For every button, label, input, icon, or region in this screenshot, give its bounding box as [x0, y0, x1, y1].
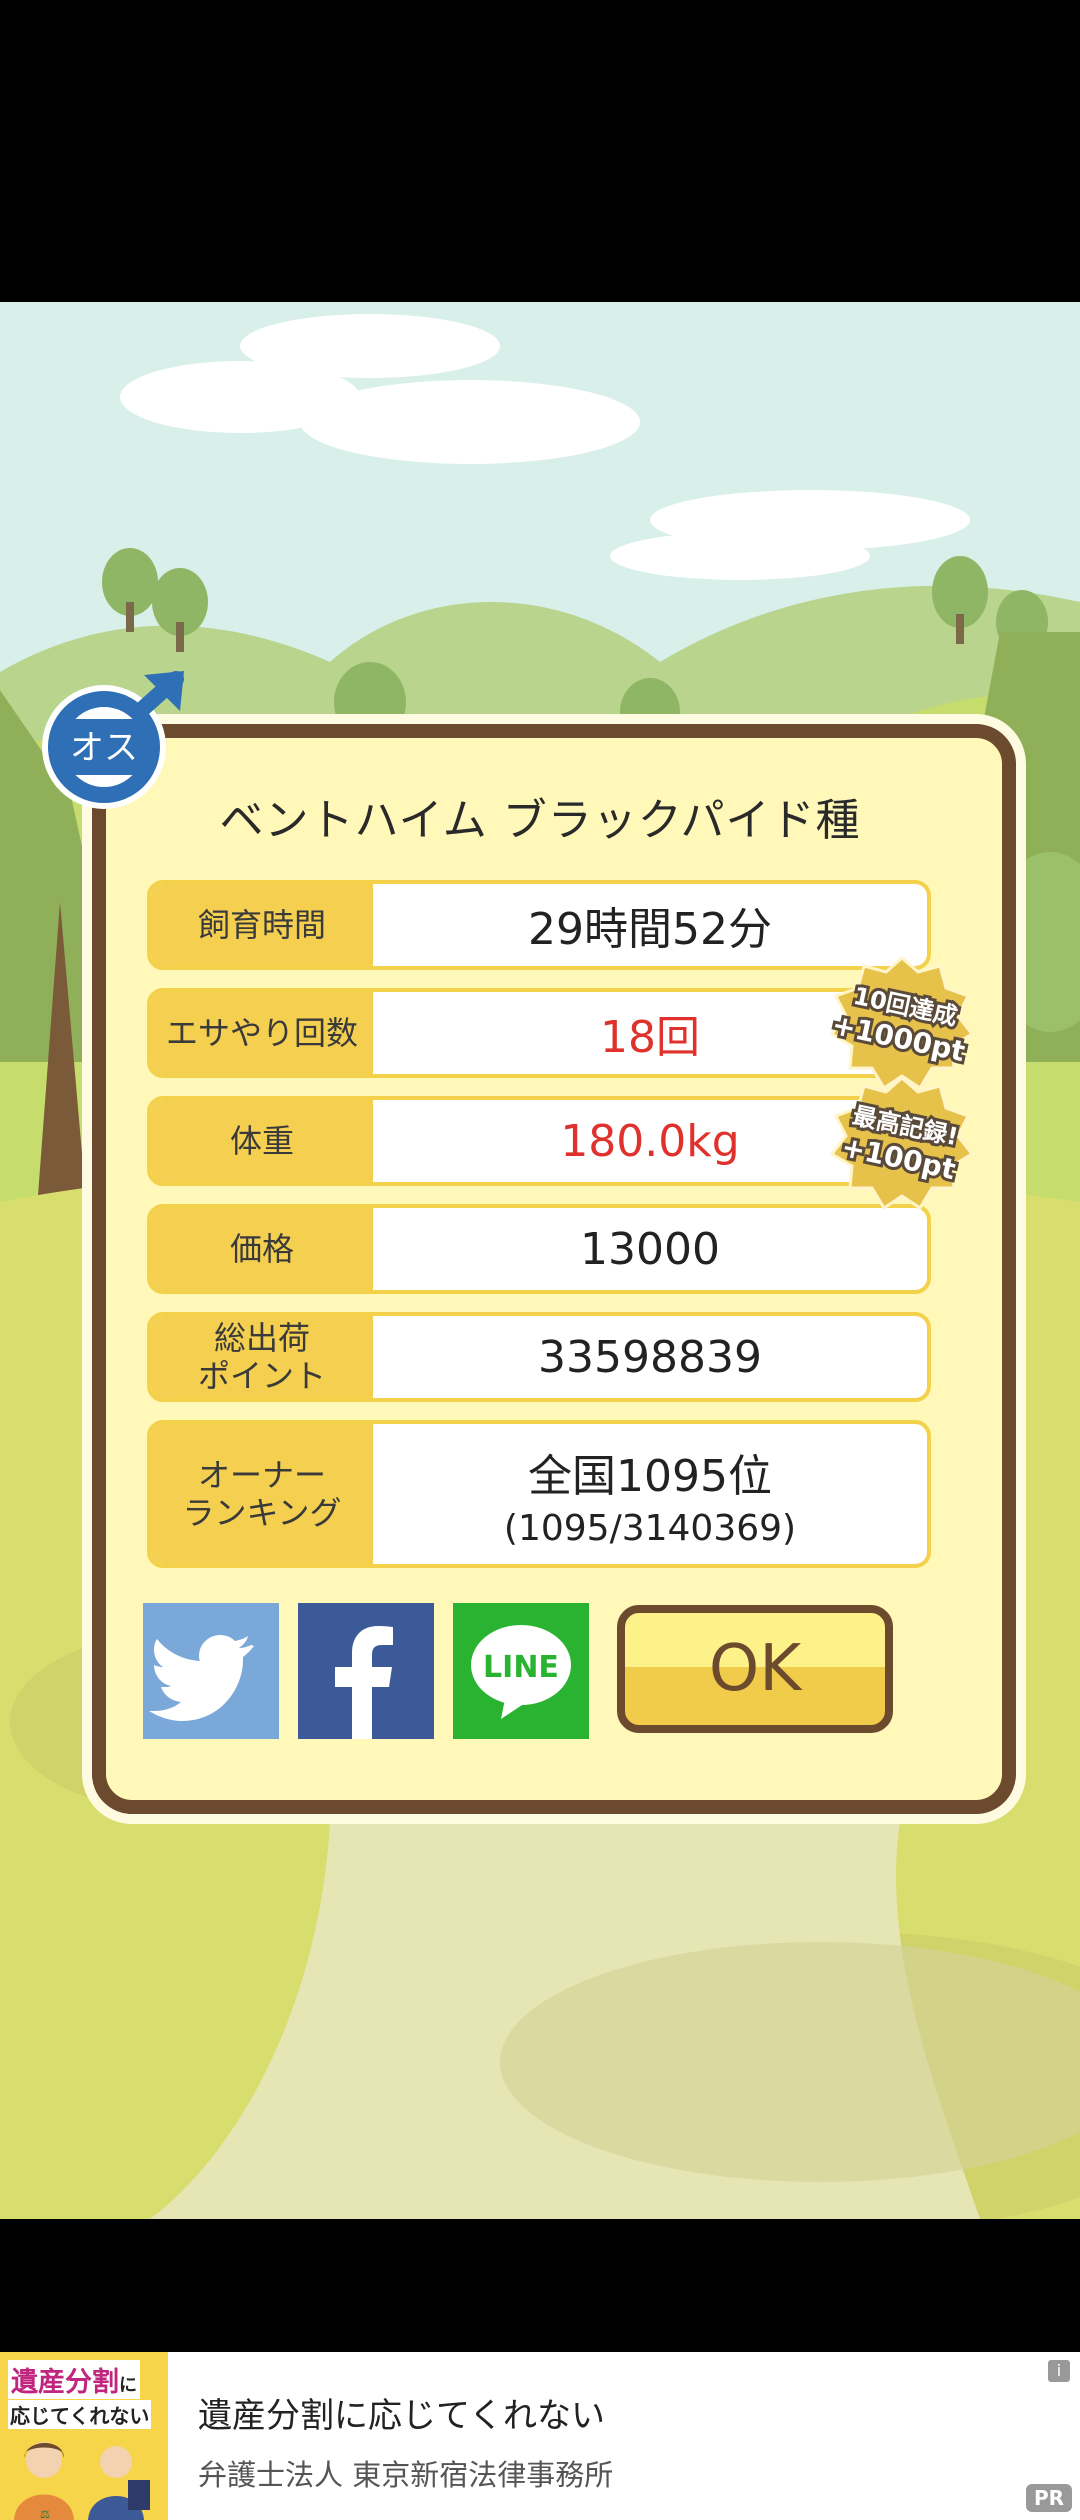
- stat-row-owner-ranking: オーナー ランキング 全国1095位 (1095/3140369): [147, 1420, 931, 1568]
- stat-label-line: オーナー: [197, 1455, 326, 1494]
- species-name: ベントハイム ブラックパイド種: [219, 795, 861, 846]
- ad-banner[interactable]: 遺産分割に 応じてくれない ⚖ 遺産分割に応じてくれない 弁護士法人 東京新宿法…: [0, 2352, 1080, 2520]
- stat-label-line: 総出荷: [213, 1318, 310, 1357]
- ad-sponsor[interactable]: 弁護士法人 東京新宿法律事務所: [198, 2452, 613, 2494]
- stat-row-weight: 体重 180.0kg: [147, 1096, 931, 1186]
- stat-label: 飼育時間: [151, 884, 373, 966]
- ad-people-illustration: ⚖: [14, 2442, 150, 2520]
- stat-row-breeding-time: 飼育時間 29時間52分: [147, 880, 931, 970]
- ranking-value: 全国1095位: [528, 1450, 772, 1502]
- stat-row-price: 価格 13000: [147, 1204, 931, 1294]
- stat-value: 全国1095位 (1095/3140369): [373, 1424, 927, 1564]
- bonus-seal-feed: 10回達成 +1000pt: [826, 956, 975, 1091]
- ok-button[interactable]: OK: [617, 1605, 893, 1733]
- stat-label: エサやり回数: [151, 992, 373, 1074]
- stat-row-feed-count: エサやり回数 18回: [147, 988, 931, 1078]
- stat-label: 総出荷 ポイント: [151, 1316, 373, 1398]
- stat-label: オーナー ランキング: [151, 1424, 373, 1564]
- stat-value: 13000: [580, 1223, 720, 1275]
- ranking-detail: (1095/3140369): [503, 1507, 797, 1549]
- facebook-share-button[interactable]: [298, 1603, 434, 1739]
- twitter-bird-icon: [149, 1635, 254, 1721]
- ad-title[interactable]: 遺産分割に応じてくれない: [198, 2388, 605, 2437]
- ad-pr-badge: PR: [1025, 2484, 1072, 2512]
- twitter-share-button[interactable]: [143, 1603, 279, 1739]
- line-share-button[interactable]: LINE: [453, 1603, 589, 1739]
- line-label: LINE: [483, 1650, 559, 1685]
- stat-label: 価格: [151, 1208, 373, 1290]
- svg-text:⚖: ⚖: [40, 2508, 50, 2520]
- gender-label: オス: [70, 728, 138, 768]
- stat-label-line: ランキング: [182, 1494, 342, 1532]
- bonus-seal-record: 最高記録! +100pt: [829, 1076, 975, 1211]
- stat-label-line: ポイント: [197, 1357, 326, 1395]
- line-icon: LINE: [471, 1625, 571, 1719]
- stat-row-total-points: 総出荷 ポイント 33598839: [147, 1312, 931, 1402]
- stat-label: 体重: [151, 1100, 373, 1182]
- facebook-f-icon: [335, 1626, 393, 1739]
- ad-info-icon[interactable]: i: [1048, 2360, 1070, 2382]
- ad-thumbnail[interactable]: 遺産分割に 応じてくれない ⚖: [0, 2352, 168, 2520]
- stat-value: 33598839: [538, 1331, 762, 1383]
